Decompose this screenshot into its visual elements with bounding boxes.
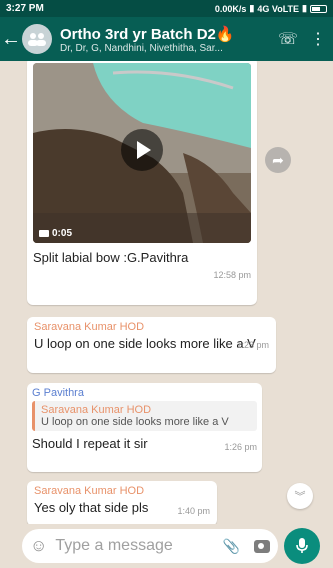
back-arrow-icon[interactable]: ← bbox=[0, 28, 22, 51]
attach-icon[interactable]: 📎 bbox=[223, 538, 240, 555]
play-icon bbox=[137, 141, 151, 159]
message-row: Yes oly that side pls 1:40 pm bbox=[34, 499, 210, 516]
mic-icon bbox=[296, 538, 308, 553]
message-time: 1:26 pm bbox=[224, 442, 257, 452]
video-duration-text: 0:05 bbox=[52, 228, 73, 239]
group-members: Dr, Dr, G, Nandhini, Nivethitha, Sar... bbox=[60, 42, 223, 54]
group-name-text: Ortho 3rd yr Batch D2 bbox=[60, 25, 216, 43]
reply-message-bubble[interactable]: G Pavithra Saravana Kumar HOD U loop on … bbox=[27, 383, 262, 472]
message-time: 1:40 pm bbox=[177, 506, 210, 516]
status-indicators: 0.00K/s ▮ 4G VoLTE ▮ bbox=[215, 3, 327, 14]
chat-area[interactable]: 0:05 Split labial bow :G.Pavithra 12:58 … bbox=[0, 61, 333, 524]
message-input[interactable]: Type a message bbox=[55, 537, 222, 555]
video-message[interactable]: 0:05 Split labial bow :G.Pavithra 12:58 … bbox=[27, 61, 257, 305]
group-name: Ortho 3rd yr Batch D2🔥 bbox=[60, 25, 273, 43]
mic-button[interactable] bbox=[284, 528, 320, 564]
composer-bar: ☺ Type a message 📎 bbox=[0, 524, 333, 568]
add-call-icon[interactable]: ☏ bbox=[273, 29, 303, 49]
signal-bars-icon: ▮ bbox=[302, 3, 307, 13]
signal-icon: ▮ bbox=[249, 3, 255, 13]
group-avatar[interactable] bbox=[22, 24, 52, 54]
video-camera-icon bbox=[39, 230, 49, 237]
network-label: 4G VoLTE bbox=[257, 3, 300, 14]
chat-title-block[interactable]: Ortho 3rd yr Batch D2🔥 Dr, Dr, G, Nandhi… bbox=[60, 25, 273, 54]
video-thumbnail[interactable]: 0:05 bbox=[33, 63, 251, 243]
battery-icon bbox=[310, 4, 327, 13]
forward-icon[interactable]: ➦ bbox=[265, 147, 291, 173]
message-text: Should I repeat it sir bbox=[32, 436, 148, 451]
video-caption: Split labial bow :G.Pavithra bbox=[33, 250, 189, 265]
message-text: Yes oly that side pls bbox=[34, 500, 149, 515]
status-time: 3:27 PM bbox=[6, 3, 44, 14]
message-bubble[interactable]: Saravana Kumar HOD U loop on one side lo… bbox=[27, 317, 276, 373]
message-text: U loop on one side looks more like a V bbox=[34, 336, 256, 351]
camera-icon[interactable] bbox=[254, 539, 270, 553]
quoted-text: U loop on one side looks more like a V bbox=[41, 416, 229, 428]
scroll-down-icon[interactable]: ︾ bbox=[287, 483, 313, 509]
quoted-sender: Saravana Kumar HOD bbox=[41, 404, 152, 416]
message-sender: Saravana Kumar HOD bbox=[34, 485, 145, 497]
more-vert-icon[interactable]: ⋮ bbox=[303, 29, 333, 49]
network-speed: 0.00K/s bbox=[214, 3, 247, 14]
message-sender: Saravana Kumar HOD bbox=[34, 321, 145, 333]
message-input-container[interactable]: ☺ Type a message 📎 bbox=[22, 529, 278, 563]
emoji-icon[interactable]: ☺ bbox=[30, 536, 47, 556]
status-bar: 3:27 PM 0.00K/s ▮ 4G VoLTE ▮ bbox=[0, 0, 333, 17]
message-time: 12:58 pm bbox=[213, 270, 251, 280]
message-sender: G Pavithra bbox=[32, 387, 84, 399]
app-bar: ← Ortho 3rd yr Batch D2🔥 Dr, Dr, G, Nand… bbox=[0, 17, 333, 61]
message-bubble[interactable]: Saravana Kumar HOD Yes oly that side pls… bbox=[27, 481, 217, 524]
fire-emoji-icon: 🔥 bbox=[215, 25, 235, 43]
reply-row: Should I repeat it sir 1:26 pm bbox=[32, 435, 257, 452]
video-duration: 0:05 bbox=[39, 228, 72, 239]
group-icon bbox=[28, 33, 46, 46]
quoted-message[interactable]: Saravana Kumar HOD U loop on one side lo… bbox=[32, 401, 257, 431]
play-button[interactable] bbox=[121, 129, 163, 171]
